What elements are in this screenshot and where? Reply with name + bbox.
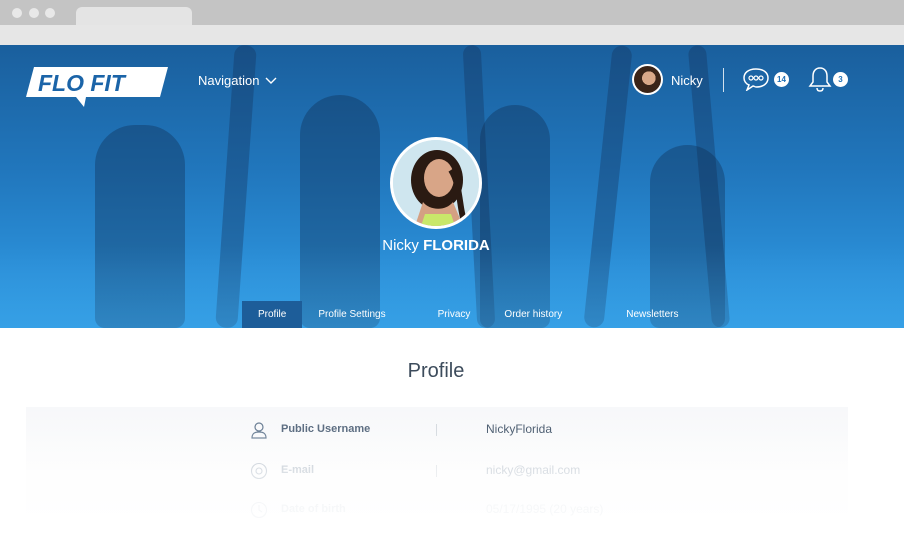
navigation-menu[interactable]: Navigation: [198, 73, 277, 88]
field-row-email: E-mail nicky@gmail.com: [26, 451, 848, 491]
notifications-count-badge: 3: [833, 72, 848, 87]
bell-icon[interactable]: [808, 66, 832, 92]
user-icon: [251, 422, 267, 439]
field-separator: [436, 465, 437, 477]
browser-chrome: [0, 0, 904, 45]
field-value[interactable]: 05/17/1995 (20 years): [486, 502, 603, 516]
field-label: Date of birth: [281, 503, 346, 515]
at-icon: [250, 462, 268, 480]
flofit-logo[interactable]: FLO FIT: [26, 65, 168, 107]
header-divider: [723, 68, 724, 92]
browser-address-strip: [0, 25, 904, 45]
field-value[interactable]: NickyFlorida: [486, 422, 552, 436]
page-title: Profile: [407, 360, 465, 382]
profile-tabs: Profile Profile Settings Privacy Order h…: [242, 301, 694, 328]
messages-count-badge: 14: [774, 72, 789, 87]
chevron-down-icon: [265, 77, 277, 84]
window-zoom-dot[interactable]: [45, 8, 55, 18]
tab-profile[interactable]: Profile: [242, 301, 303, 328]
field-value[interactable]: nicky@gmail.com: [486, 463, 580, 477]
browser-tab[interactable]: [76, 7, 192, 27]
profile-full-name: Nicky FLORIDA: [0, 237, 872, 254]
clock-icon: [250, 501, 268, 519]
field-row-username: Public Username NickyFlorida: [26, 410, 848, 450]
profile-hero: FLO FIT Navigation Nicky 14 3 Nicky FLOR…: [0, 45, 904, 328]
profile-photo: [393, 140, 479, 226]
header-avatar[interactable]: [632, 64, 663, 95]
navigation-label: Navigation: [198, 73, 260, 88]
messages-icon[interactable]: [742, 67, 770, 91]
field-label: E-mail: [281, 464, 315, 476]
profile-avatar[interactable]: [390, 137, 482, 229]
tab-order-history[interactable]: Order history: [488, 301, 578, 328]
profile-last-name: FLORIDA: [423, 237, 490, 254]
logo-text: FLO FIT: [38, 70, 127, 96]
profile-details-card: Public Username NickyFlorida E-mail nick…: [26, 407, 848, 539]
header-user-name[interactable]: Nicky: [671, 73, 703, 88]
field-separator: [436, 424, 437, 436]
field-row-birthdate: Date of birth 05/17/1995 (20 years): [26, 490, 848, 530]
window-minimize-dot[interactable]: [29, 8, 39, 18]
tab-privacy[interactable]: Privacy: [402, 301, 489, 328]
window-close-dot[interactable]: [12, 8, 22, 18]
profile-first-name: Nicky: [382, 237, 419, 254]
field-label: Public Username: [281, 423, 371, 435]
tab-newsletters[interactable]: Newsletters: [578, 301, 694, 328]
tab-profile-settings[interactable]: Profile Settings: [302, 301, 401, 328]
